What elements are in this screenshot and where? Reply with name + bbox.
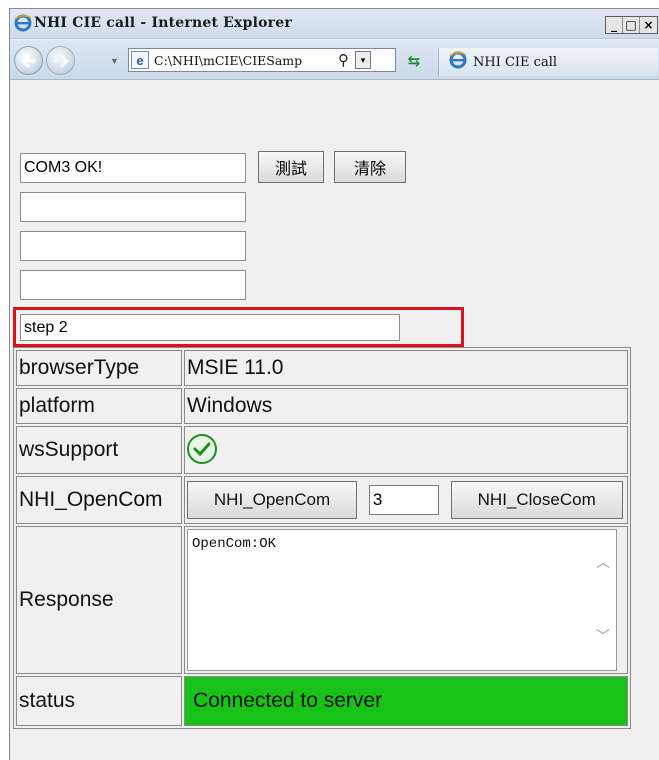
check-circle-icon	[187, 434, 217, 464]
forward-arrow-icon	[53, 53, 69, 68]
row-label: Response	[16, 526, 182, 674]
row-label: wsSupport	[16, 426, 182, 474]
table-row: status Connected to server	[16, 676, 628, 726]
com-status-field[interactable]: COM3 OK!	[20, 153, 246, 183]
ws-support-value	[184, 426, 628, 474]
text-field-4[interactable]	[20, 270, 246, 300]
address-dropdown-icon[interactable]: ▾	[355, 51, 371, 69]
table-row: platform Windows	[16, 388, 628, 424]
row-label: status	[16, 676, 182, 726]
test-button[interactable]: 測試	[258, 151, 324, 183]
ie-logo-icon	[14, 14, 32, 37]
text-field-2[interactable]	[20, 192, 246, 222]
page-icon: e	[131, 51, 149, 69]
browser-window: NHI CIE call - Internet Explorer _ □ × ▼…	[9, 8, 659, 760]
browser-type-value: MSIE 11.0	[184, 350, 628, 386]
page-content: COM3 OK! 測試 清除 step 2 browserType MSIE 1…	[10, 81, 659, 760]
close-com-button[interactable]: NHI_CloseCom	[450, 481, 623, 519]
response-cell: OpenCom:OK ︿ ﹀	[184, 526, 628, 674]
table-row: browserType MSIE 11.0	[16, 350, 628, 386]
window-title: NHI CIE call - Internet Explorer	[34, 15, 292, 31]
window-controls: _ □ ×	[605, 16, 658, 34]
response-textarea[interactable]: OpenCom:OK ︿ ﹀	[187, 529, 617, 671]
forward-button[interactable]	[46, 46, 75, 75]
info-table: browserType MSIE 11.0 platform Windows w…	[13, 347, 631, 729]
title-bar: NHI CIE call - Internet Explorer _ □ ×	[10, 9, 659, 39]
tab-title: NHI CIE call	[473, 54, 558, 70]
com-port-input[interactable]: 3	[368, 485, 439, 515]
scroll-down-icon[interactable]: ﹀	[596, 626, 610, 646]
history-dropdown-icon[interactable]: ▼	[110, 56, 119, 66]
tab-ie-icon	[449, 51, 467, 74]
table-row: Response OpenCom:OK ︿ ﹀	[16, 526, 628, 674]
step-field[interactable]: step 2	[20, 314, 400, 341]
search-icon[interactable]: ⚲	[338, 51, 349, 69]
row-label: NHI_OpenCom	[16, 476, 182, 524]
navigation-bar: ▼ e C:\NHI\mCIE\CIESamp ⚲ ▾ ⇆ NHI CIE ca…	[10, 40, 659, 80]
clear-button[interactable]: 清除	[334, 151, 406, 183]
table-row: wsSupport	[16, 426, 628, 474]
response-text: OpenCom:OK	[192, 536, 277, 552]
maximize-button[interactable]: □	[623, 17, 640, 33]
text-field-3[interactable]	[20, 231, 246, 261]
row-label: platform	[16, 388, 182, 424]
minimize-button[interactable]: _	[606, 17, 623, 33]
open-com-button[interactable]: NHI_OpenCom	[187, 481, 357, 519]
open-com-cell: NHI_OpenCom 3 NHI_CloseCom	[184, 476, 628, 524]
status-value: Connected to server	[184, 676, 628, 726]
row-label: browserType	[16, 350, 182, 386]
close-button[interactable]: ×	[640, 17, 657, 33]
address-url[interactable]: C:\NHI\mCIE\CIESamp	[154, 53, 332, 68]
table-row: NHI_OpenCom NHI_OpenCom 3 NHI_CloseCom	[16, 476, 628, 524]
platform-value: Windows	[184, 388, 628, 424]
back-button[interactable]	[14, 46, 43, 75]
back-arrow-icon	[20, 53, 36, 68]
scroll-up-icon[interactable]: ︿	[596, 552, 610, 572]
browser-tab[interactable]: NHI CIE call	[438, 48, 658, 76]
address-bar[interactable]: e C:\NHI\mCIE\CIESamp ⚲ ▾	[128, 48, 396, 72]
refresh-icon[interactable]: ⇆	[402, 50, 426, 72]
